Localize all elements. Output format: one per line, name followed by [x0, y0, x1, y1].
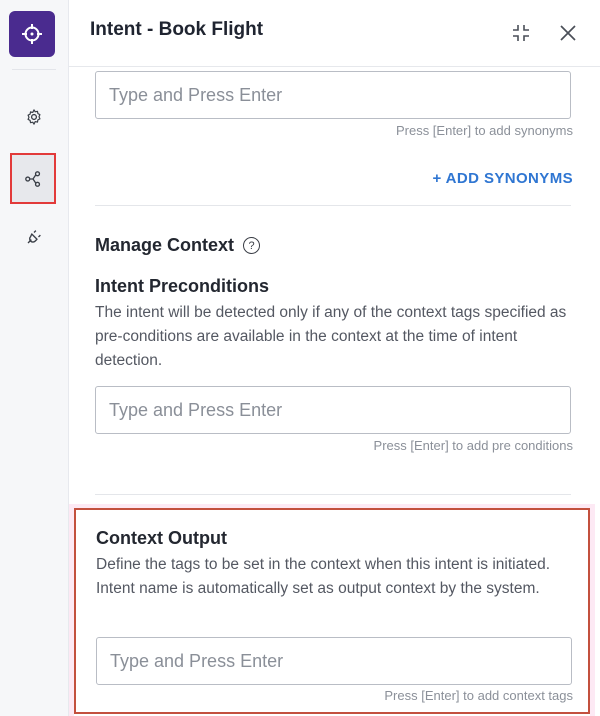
collapse-icon	[513, 25, 529, 41]
gear-icon	[27, 109, 41, 125]
manage-context-title: Manage Context	[95, 235, 235, 255]
preconditions-helper: Press [Enter] to add pre conditions	[373, 438, 573, 453]
preconditions-description: The intent will be detected only if any …	[95, 304, 567, 369]
crosshair-icon	[22, 24, 42, 44]
settings-nav-button[interactable]	[12, 95, 56, 139]
plug-icon	[27, 230, 41, 244]
section-divider	[95, 205, 571, 206]
collapse-button[interactable]	[510, 22, 532, 44]
close-icon	[560, 25, 576, 41]
context-output-helper: Press [Enter] to add context tags	[384, 688, 573, 703]
highlight-glow	[590, 504, 595, 716]
context-output-section: Context Output Define the tags to be set…	[74, 508, 590, 714]
add-synonyms-button[interactable]: + ADD SYNONYMS	[433, 170, 573, 187]
left-rail	[0, 0, 69, 716]
synonyms-input[interactable]: Type and Press Enter	[95, 71, 571, 119]
context-output-input[interactable]: Type and Press Enter	[96, 637, 572, 685]
panel-title: Intent - Book Flight	[90, 19, 264, 40]
app-logo[interactable]	[9, 11, 55, 57]
context-output-heading: Context Output	[96, 528, 227, 548]
context-output-description: Define the tags to be set in the context…	[96, 556, 551, 597]
help-icon[interactable]: ?	[243, 237, 261, 254]
share-nodes-icon	[25, 170, 41, 187]
manage-context-heading: Manage Context ?	[95, 235, 261, 256]
section-divider	[95, 494, 571, 495]
integrations-nav-button[interactable]	[12, 215, 56, 259]
rail-divider	[12, 69, 56, 70]
preconditions-heading: Intent Preconditions	[95, 276, 270, 296]
close-button[interactable]	[557, 22, 579, 44]
synonyms-helper: Press [Enter] to add synonyms	[395, 123, 573, 138]
flow-nav-button[interactable]	[10, 153, 56, 204]
preconditions-input[interactable]: Type and Press Enter	[95, 386, 571, 434]
panel-header: Intent - Book Flight	[69, 0, 600, 67]
